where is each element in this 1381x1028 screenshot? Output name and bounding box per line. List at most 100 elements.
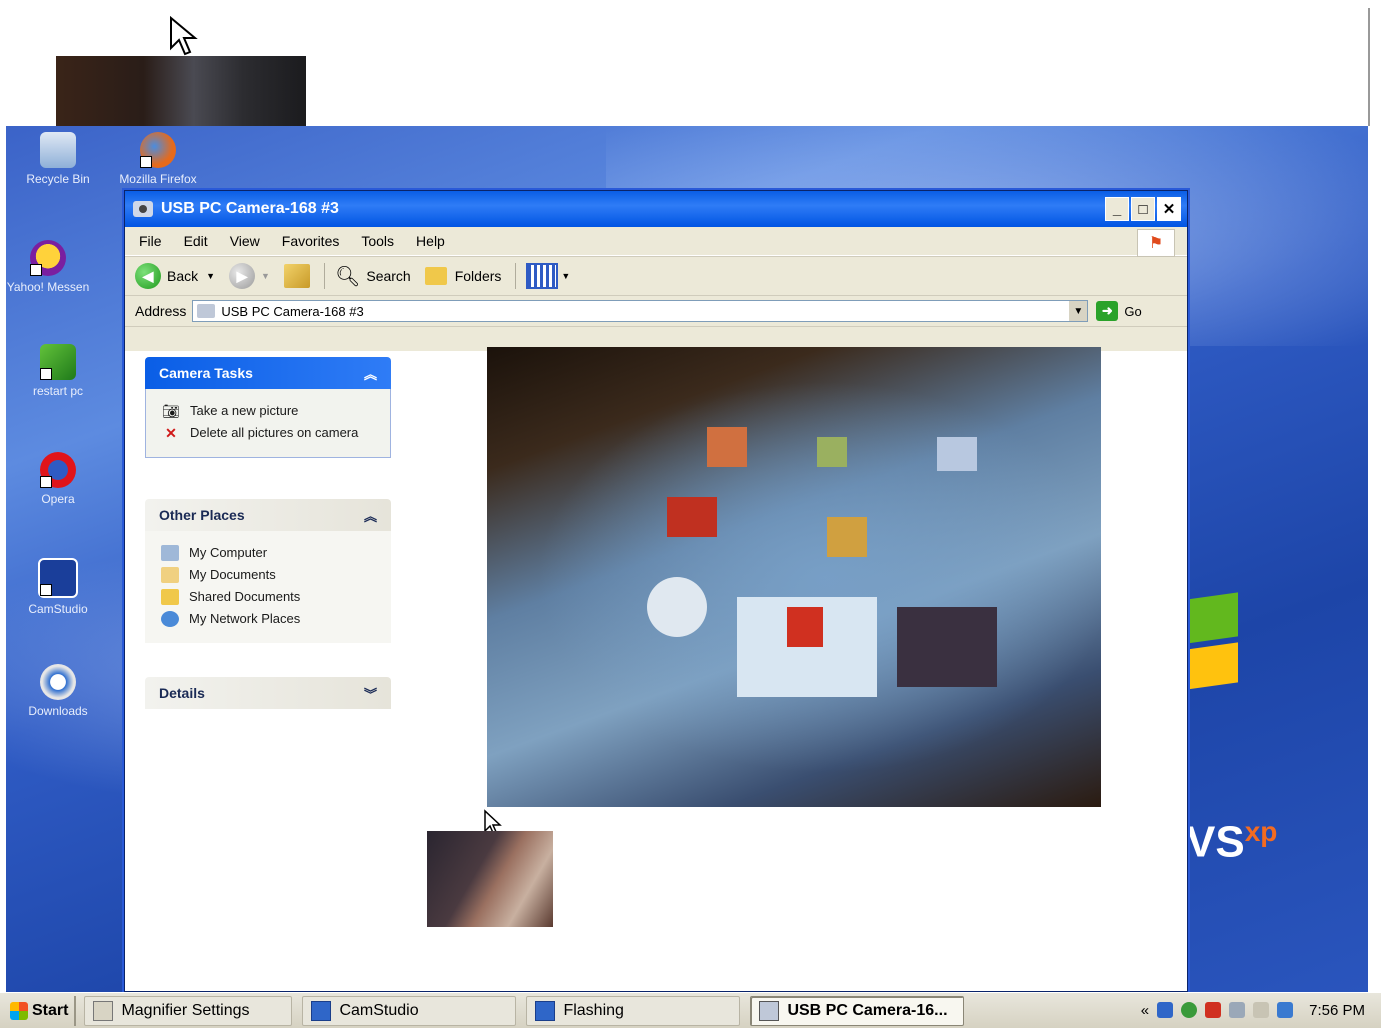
collapse-chevron-icon[interactable]: ︽ <box>364 364 377 383</box>
camera-tasks-header[interactable]: Camera Tasks ︽ <box>145 357 391 389</box>
opera-icon <box>40 452 76 488</box>
minimize-button[interactable]: _ <box>1105 197 1129 221</box>
task-pane: Camera Tasks ︽ 📷︎ Take a new picture ✕ D… <box>125 351 409 991</box>
taskbar: Start Magnifier Settings CamStudio Flash… <box>0 992 1381 1028</box>
magnifier-icon <box>93 1000 114 1021</box>
folders-button[interactable]: Folders <box>424 267 501 285</box>
desktop-icon-camstudio[interactable]: CamStudio <box>8 558 108 616</box>
go-button[interactable]: ➜ Go <box>1096 301 1142 321</box>
magnifier-view <box>6 8 1370 132</box>
windows-flag-icon: ⚑ <box>1137 229 1175 257</box>
network-tray-icon[interactable] <box>1181 1002 1198 1018</box>
windows-xp-wordmark: VSxp <box>1186 816 1278 867</box>
up-folder-icon <box>283 264 310 288</box>
my-documents-link[interactable]: My Documents <box>161 567 379 583</box>
tray-expand-button[interactable]: « <box>1141 1002 1149 1019</box>
other-places-header[interactable]: Other Places ︽ <box>145 499 391 531</box>
camera-thumbnail[interactable] <box>427 831 553 927</box>
delete-all-pictures-link[interactable]: ✕ Delete all pictures on camera <box>162 425 378 441</box>
desktop-icon-downloads[interactable]: Downloads <box>8 664 108 718</box>
other-places-panel: Other Places ︽ My Computer My Documents … <box>145 499 391 643</box>
camera-icon <box>133 201 153 217</box>
pen-tray-icon[interactable] <box>1253 1002 1270 1018</box>
taskbar-item-magnifier-settings[interactable]: Magnifier Settings <box>84 995 293 1026</box>
camstudio-icon <box>38 558 78 598</box>
menu-bar: File Edit View Favorites Tools Help ⚑ <box>125 227 1187 257</box>
magnified-image <box>56 56 306 132</box>
menu-tools[interactable]: Tools <box>361 233 394 249</box>
menu-edit[interactable]: Edit <box>184 233 208 249</box>
camstudio-icon <box>535 1000 556 1021</box>
downloads-icon <box>40 664 76 700</box>
camera-icon: 📷︎ <box>162 402 180 419</box>
forward-button[interactable]: ▶ ▼ <box>229 263 270 289</box>
menu-file[interactable]: File <box>139 233 162 249</box>
yahoo-messenger-icon <box>30 240 66 276</box>
update-tray-icon[interactable] <box>1205 1002 1222 1018</box>
camera-small-icon <box>197 304 216 318</box>
camstudio-icon <box>311 1000 332 1021</box>
taskbar-item-flashing[interactable]: Flashing <box>526 995 741 1026</box>
back-dropdown-icon[interactable]: ▼ <box>206 271 215 281</box>
desktop-icon-recycle-bin[interactable]: Recycle Bin <box>8 132 108 186</box>
camstudio-tray-icon[interactable] <box>1157 1002 1174 1018</box>
camera-preview <box>487 347 1101 807</box>
taskbar-item-camstudio[interactable]: CamStudio <box>302 995 517 1026</box>
expand-chevron-icon[interactable]: ︾ <box>364 684 377 703</box>
address-dropdown-icon[interactable]: ▼ <box>1069 301 1088 321</box>
take-new-picture-link[interactable]: 📷︎ Take a new picture <box>162 403 378 419</box>
search-button[interactable]: 🔍︎ Search <box>335 264 411 289</box>
camera-tasks-panel: Camera Tasks ︽ 📷︎ Take a new picture ✕ D… <box>145 357 391 458</box>
maximize-button[interactable]: □ <box>1131 197 1155 221</box>
menu-favorites[interactable]: Favorites <box>282 233 340 249</box>
up-folder-button[interactable] <box>283 264 310 288</box>
address-field[interactable]: USB PC Camera-168 #3 ▼ <box>192 300 1089 322</box>
network-icon <box>161 611 179 627</box>
content-area: Camera Tasks ︽ 📷︎ Take a new picture ✕ D… <box>125 347 1187 991</box>
recycle-bin-icon <box>40 132 76 168</box>
my-network-places-link[interactable]: My Network Places <box>161 611 379 627</box>
details-panel: Details ︾ <box>145 677 391 709</box>
standard-toolbar: ◀ Back ▼ ▶ ▼ 🔍︎ Search Folders ▼ <box>125 256 1187 296</box>
taskbar-item-usb-camera[interactable]: USB PC Camera-16... <box>750 995 965 1026</box>
back-button[interactable]: ◀ Back ▼ <box>135 263 215 289</box>
camera-window: USB PC Camera-168 #3 _ □ ✕ File Edit Vie… <box>124 190 1188 992</box>
forward-arrow-icon: ▶ <box>229 263 256 289</box>
volume-tray-icon[interactable] <box>1229 1002 1246 1018</box>
start-button[interactable]: Start <box>0 995 77 1026</box>
desktop-icon-firefox[interactable]: Mozilla Firefox <box>108 132 208 186</box>
clock[interactable]: 7:56 PM <box>1309 1002 1365 1019</box>
computer-icon <box>161 545 179 561</box>
title-bar[interactable]: USB PC Camera-168 #3 _ □ ✕ <box>125 191 1187 227</box>
address-label: Address <box>135 303 187 319</box>
my-computer-link[interactable]: My Computer <box>161 545 379 561</box>
window-title: USB PC Camera-168 #3 <box>161 200 339 217</box>
details-header[interactable]: Details ︾ <box>145 677 391 709</box>
address-bar: Address USB PC Camera-168 #3 ▼ ➜ Go <box>125 296 1187 327</box>
views-icon <box>526 263 559 289</box>
camera-icon <box>759 1000 780 1021</box>
desktop-icon-yahoo-messenger[interactable]: Yahoo! Messen <box>6 240 98 294</box>
forward-dropdown-icon[interactable]: ▼ <box>261 271 270 281</box>
back-arrow-icon: ◀ <box>135 263 161 289</box>
restart-arrow-icon <box>40 344 76 380</box>
desktop-icon-opera[interactable]: Opera <box>8 452 108 506</box>
shared-folder-icon <box>161 589 179 605</box>
views-button[interactable]: ▼ <box>526 263 570 289</box>
desktop-icon-restart-pc[interactable]: restart pc <box>8 344 108 398</box>
search-icon: 🔍︎ <box>334 265 361 288</box>
delete-x-icon: ✕ <box>165 424 177 441</box>
menu-view[interactable]: View <box>230 233 260 249</box>
documents-folder-icon <box>161 567 179 583</box>
close-button[interactable]: ✕ <box>1157 197 1181 221</box>
shared-documents-link[interactable]: Shared Documents <box>161 589 379 605</box>
menu-help[interactable]: Help <box>416 233 445 249</box>
go-arrow-icon: ➜ <box>1096 301 1119 321</box>
cursor-icon <box>170 16 198 56</box>
folder-icon <box>424 267 447 285</box>
firefox-icon <box>140 132 176 168</box>
battery-tray-icon[interactable] <box>1277 1002 1294 1018</box>
collapse-chevron-icon[interactable]: ︽ <box>364 506 377 525</box>
windows-logo-icon <box>10 1001 28 1020</box>
views-dropdown-icon: ▼ <box>561 271 571 281</box>
